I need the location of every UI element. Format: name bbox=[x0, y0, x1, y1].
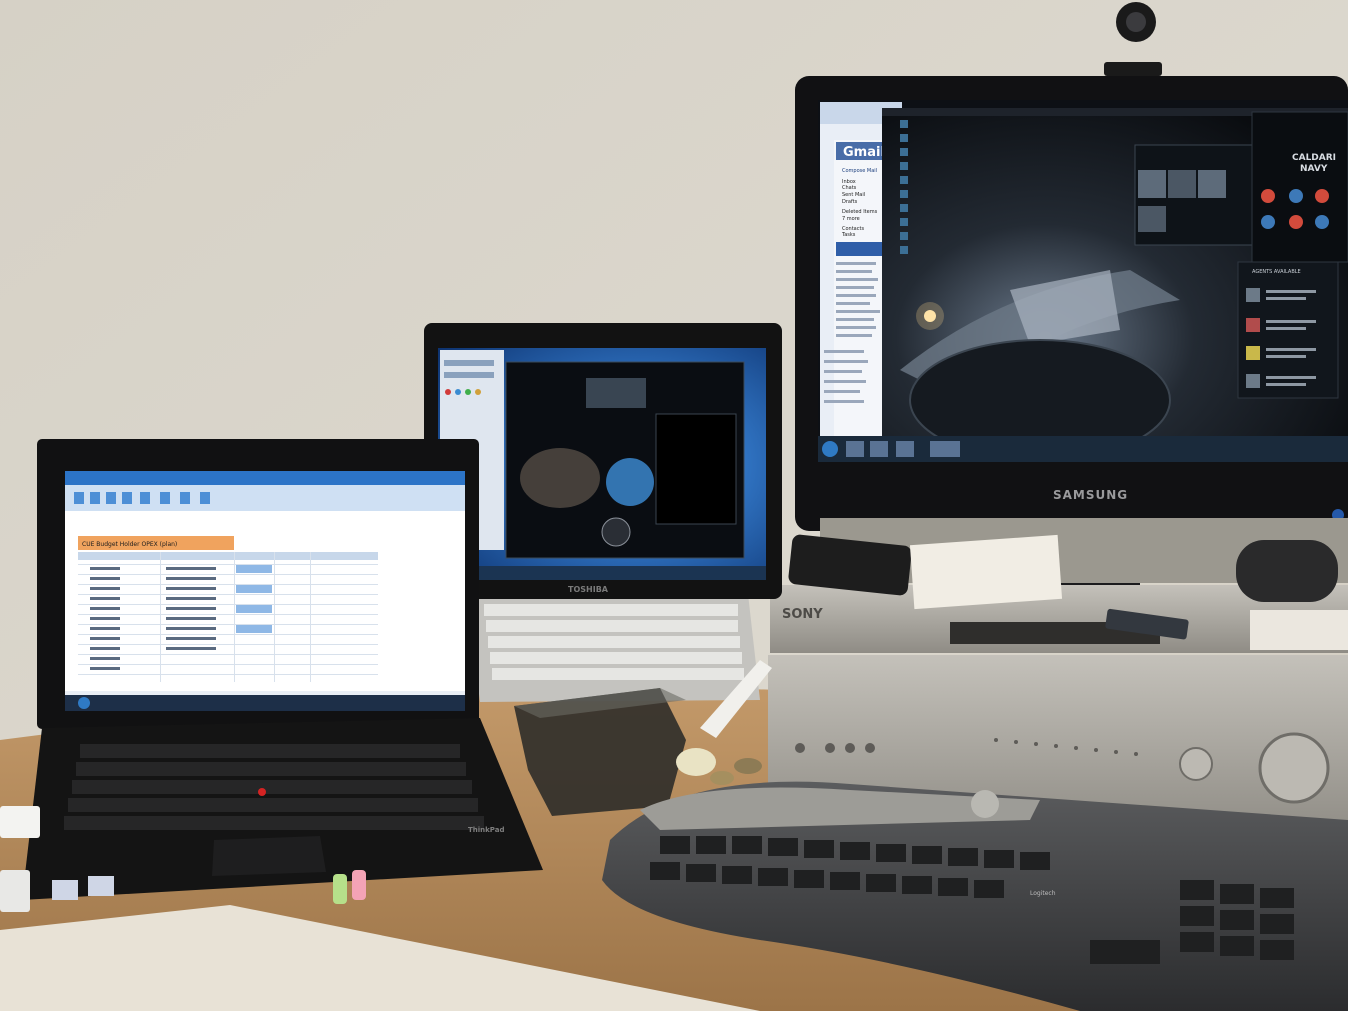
sony-logo: SONY bbox=[782, 607, 823, 622]
gmail-item-sent[interactable]: Sent Mail bbox=[842, 192, 865, 198]
thinkpad-brand-logo: ThinkPad bbox=[468, 826, 504, 834]
audio-plug-green bbox=[333, 874, 347, 904]
monitor-brand-logo: SAMSUNG bbox=[1053, 488, 1128, 502]
usb-dongle-2 bbox=[0, 870, 30, 912]
windows-start-button-icon[interactable] bbox=[822, 441, 838, 457]
paper-note bbox=[1250, 610, 1348, 650]
input-knob[interactable] bbox=[1179, 747, 1213, 781]
toshiba-brand-logo: TOSHIBA bbox=[568, 585, 609, 594]
coin-2 bbox=[710, 771, 734, 785]
speaker-puck bbox=[1236, 540, 1338, 602]
touchpad[interactable] bbox=[212, 836, 326, 876]
samsung-monitor: Gmail Gmail Compose Mail Inbox Chats Sen… bbox=[795, 2, 1348, 605]
eve-game-window: CALDARI NAVY AGENTS AVAILABLE bbox=[882, 108, 1348, 461]
gmail-logo-text: Gmail bbox=[843, 145, 885, 160]
os-sticker bbox=[88, 876, 114, 896]
gmail-item-deleted[interactable]: Deleted Items bbox=[842, 209, 878, 215]
audio-plug-pink bbox=[352, 870, 366, 900]
keyboard-zoom-dial[interactable] bbox=[971, 790, 999, 818]
agents-panel-heading: AGENTS AVAILABLE bbox=[1252, 269, 1301, 275]
corp-title-line2: NAVY bbox=[1300, 164, 1328, 174]
thinkpad-start-button-icon[interactable] bbox=[78, 697, 90, 709]
volume-knob[interactable] bbox=[1258, 732, 1330, 804]
trackpoint[interactable] bbox=[258, 788, 266, 796]
sheet-title: CUE Budget Holder OPEX (plan) bbox=[82, 541, 177, 548]
gmail-item-more[interactable]: 7 more bbox=[842, 216, 860, 222]
usb-dongle bbox=[0, 806, 40, 838]
intel-sticker bbox=[52, 880, 78, 900]
gmail-item-tasks[interactable]: Tasks bbox=[841, 232, 856, 238]
greeting-card bbox=[909, 534, 1063, 610]
corp-title-line1: CALDARI bbox=[1292, 153, 1336, 163]
tape-roll bbox=[676, 748, 716, 776]
gmail-item-chats[interactable]: Chats bbox=[842, 185, 857, 191]
keyboard-brand-logo: Logitech bbox=[1030, 890, 1056, 897]
coin bbox=[734, 758, 762, 774]
compose-mail-link[interactable]: Compose Mail bbox=[842, 168, 877, 174]
thinkpad-laptop: CUE Budget Holder OPEX (plan) ThinkPad bbox=[0, 439, 543, 912]
gmail-item-drafts[interactable]: Drafts bbox=[842, 199, 858, 205]
desk-setup-photo: Gmail Gmail Compose Mail Inbox Chats Sen… bbox=[0, 0, 1348, 1011]
